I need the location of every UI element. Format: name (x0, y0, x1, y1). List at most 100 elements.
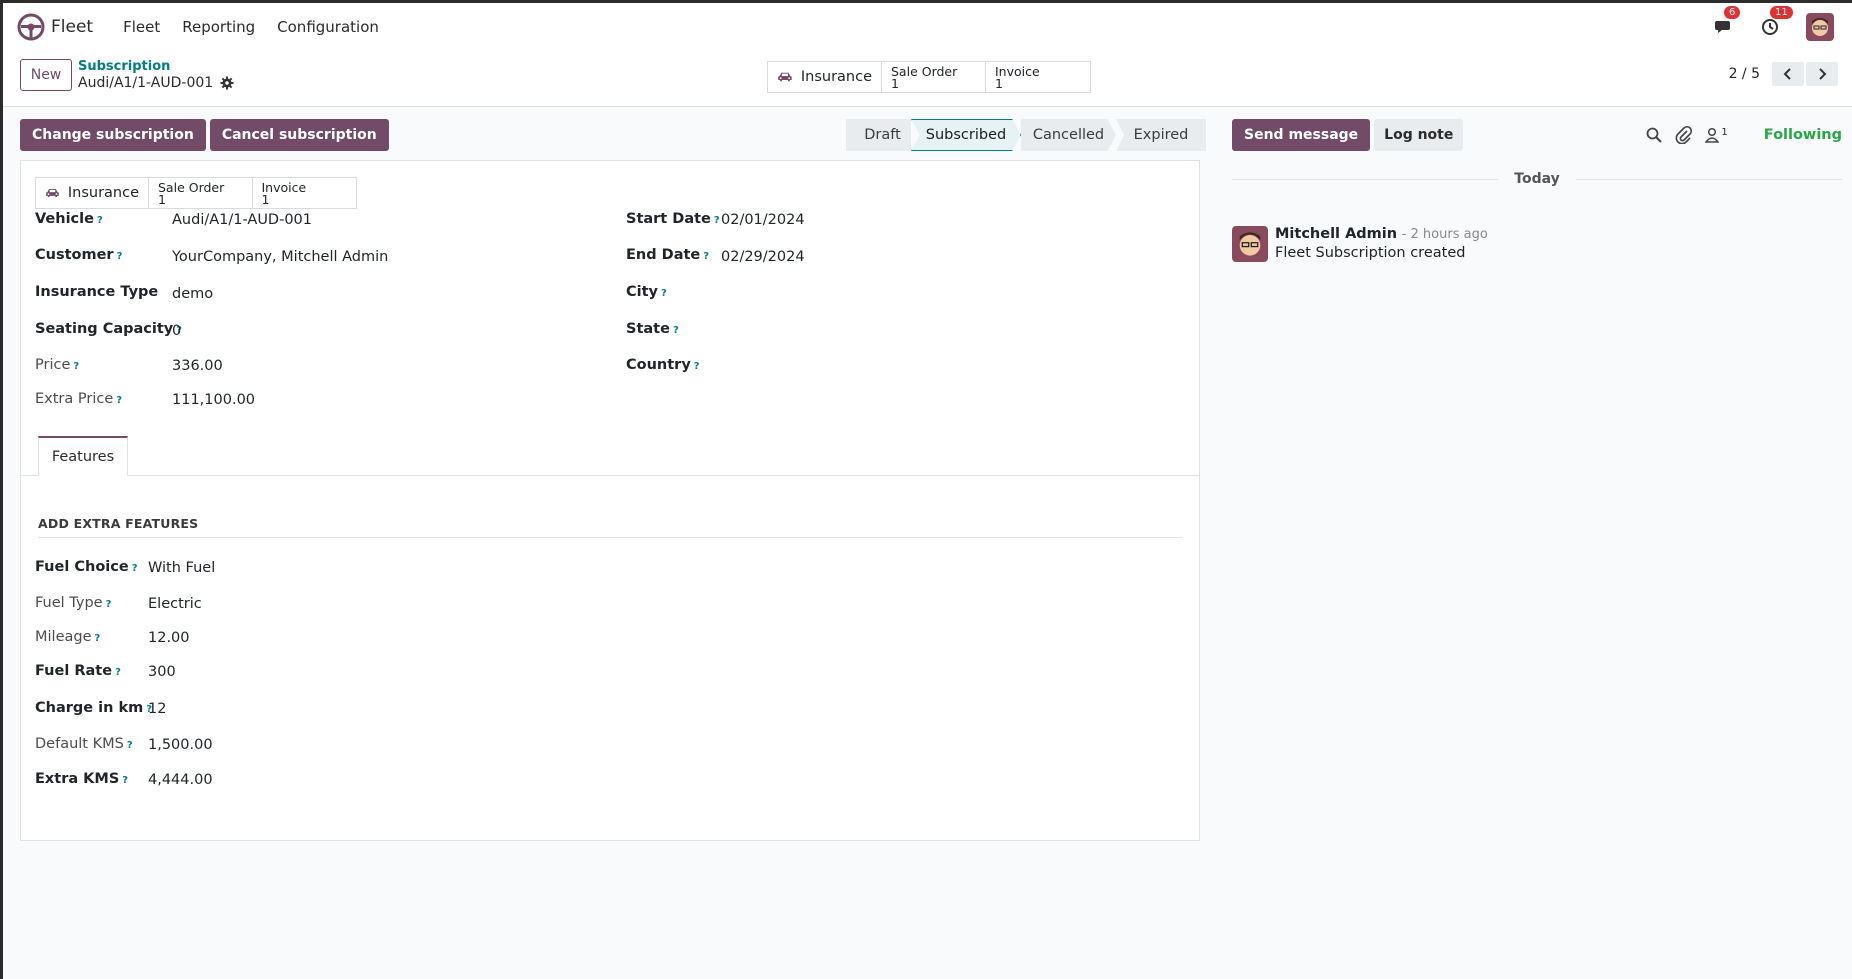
sale-order-label: Sale Order (891, 63, 958, 79)
start-date-label: Start Date (626, 211, 711, 227)
extra-kms-value[interactable]: 4,444.00 (148, 772, 213, 788)
user-avatar[interactable] (1806, 13, 1834, 41)
log-note-button[interactable]: Log note (1374, 119, 1464, 151)
chatter-message: Mitchell Admin - 2 hours ago Fleet Subsc… (1232, 226, 1488, 262)
default-kms-value: 1,500.00 (148, 737, 213, 753)
help-icon[interactable]: ? (132, 563, 138, 574)
following-button[interactable]: Following (1764, 127, 1842, 143)
chevron-left-icon (1783, 68, 1791, 80)
app-brand[interactable]: Fleet (17, 13, 93, 41)
chatter: Send message Log note 1 Following Today (1232, 119, 1843, 262)
field-extra-kms: Extra KMS? (35, 771, 128, 787)
sale-order-count: 1 (891, 75, 899, 91)
change-subscription-button[interactable]: Change subscription (20, 119, 206, 151)
activity-menu[interactable]: 11 (1758, 6, 1793, 39)
help-icon[interactable]: ? (95, 633, 101, 644)
tab-features[interactable]: Features (38, 436, 128, 476)
mileage-value: 12.00 (148, 630, 190, 646)
help-icon[interactable]: ? (661, 288, 667, 299)
help-icon[interactable]: ? (97, 215, 103, 226)
pager-previous-button[interactable] (1772, 62, 1804, 86)
chevron-right-icon (1819, 68, 1827, 80)
stage-draft[interactable]: Draft (846, 119, 911, 151)
menu-item-configuration[interactable]: Configuration (277, 18, 379, 36)
insurance-label: Insurance (800, 69, 872, 85)
message-date: - 2 hours ago (1401, 227, 1488, 242)
date-separator: Today (1232, 169, 1843, 189)
breadcrumb: Subscription Audi/A1/1-AUD-001 (78, 59, 234, 91)
stage-cancelled[interactable]: Cancelled (1021, 119, 1116, 151)
stage-expired[interactable]: Expired (1116, 119, 1206, 151)
field-default-kms: Default KMS? (35, 736, 133, 752)
fuel-rate-value[interactable]: 300 (148, 664, 176, 680)
default-kms-label: Default KMS (35, 736, 124, 752)
charge-in-km-value[interactable]: 12 (148, 701, 166, 717)
help-icon[interactable]: ? (127, 740, 133, 751)
insurance-smart-button[interactable]: Insurance (768, 62, 882, 92)
start-date-value[interactable]: 02/01/2024 (721, 212, 805, 228)
record-name: Audi/A1/1-AUD-001 (78, 75, 214, 91)
stage-subscribed[interactable]: Subscribed (911, 119, 1021, 151)
search-icon[interactable] (1645, 126, 1663, 144)
help-icon[interactable]: ? (714, 215, 720, 226)
followers-button[interactable]: 1 (1705, 127, 1728, 143)
vehicle-value[interactable]: Audi/A1/1-AUD-001 (172, 212, 312, 228)
invoice-smart-button-sheet[interactable]: Invoice 1 (253, 178, 357, 208)
help-icon[interactable]: ? (122, 775, 128, 786)
chatter-icons: 1 Following (1633, 119, 1842, 151)
avatar[interactable] (1232, 226, 1268, 262)
new-button[interactable]: New (20, 59, 72, 91)
field-extra-price: Extra Price? (35, 391, 122, 407)
message-author[interactable]: Mitchell Admin (1275, 226, 1397, 242)
user-icon (1705, 127, 1720, 143)
insurance-label-sheet: Insurance (67, 185, 139, 201)
end-date-value[interactable]: 02/29/2024 (721, 249, 805, 265)
field-charge-in-km: Charge in km? (35, 700, 152, 716)
help-icon[interactable]: ? (116, 395, 122, 406)
invoice-count-sheet: 1 (261, 191, 270, 207)
sale-order-label-sheet: Sale Order (158, 179, 225, 195)
field-price: Price? (35, 357, 79, 373)
fuel-choice-value[interactable]: With Fuel (148, 560, 215, 576)
invoice-smart-button[interactable]: Invoice 1 (986, 62, 1090, 92)
insurance-smart-button-sheet[interactable]: Insurance (36, 178, 149, 208)
breadcrumb-parent[interactable]: Subscription (78, 59, 234, 74)
pager-value[interactable]: 2 / 5 (1729, 66, 1760, 82)
help-icon[interactable]: ? (694, 361, 700, 372)
help-icon[interactable]: ? (117, 251, 123, 262)
fuel-type-value: Electric (148, 596, 202, 612)
extra-price-value: 111,100.00 (172, 392, 256, 408)
gear-icon[interactable] (220, 76, 234, 90)
help-icon[interactable]: ? (106, 599, 112, 610)
status-bar: Draft Subscribed Cancelled Expired (846, 119, 1206, 151)
customer-value[interactable]: YourCompany, Mitchell Admin (172, 249, 388, 265)
help-icon[interactable]: ? (115, 667, 121, 678)
paperclip-icon[interactable] (1675, 126, 1693, 144)
send-message-button[interactable]: Send message (1232, 119, 1371, 151)
menu-item-fleet[interactable]: Fleet (123, 18, 160, 36)
help-icon[interactable]: ? (73, 361, 79, 372)
main-menu: Fleet Reporting Configuration (101, 18, 379, 36)
mileage-label: Mileage (35, 629, 92, 645)
car-icon (46, 188, 59, 198)
pager-next-button[interactable] (1806, 62, 1838, 86)
activities-badge: 11 (1770, 6, 1793, 19)
cancel-subscription-button[interactable]: Cancel subscription (209, 119, 389, 151)
app-name: Fleet (51, 17, 94, 37)
insurance-type-value[interactable]: demo (172, 286, 213, 302)
country-label: Country (626, 357, 691, 373)
help-icon[interactable]: ? (703, 251, 709, 262)
field-country: Country? (626, 357, 700, 373)
messaging-menu[interactable]: 6 (1712, 6, 1741, 39)
menu-item-reporting[interactable]: Reporting (182, 18, 255, 36)
sale-order-smart-button[interactable]: Sale Order 1 (882, 62, 986, 92)
avatar-icon (1232, 226, 1268, 262)
sale-order-smart-button-sheet[interactable]: Sale Order 1 (149, 178, 253, 208)
tabs-divider (21, 475, 1199, 476)
field-start-date: Start Date? (626, 211, 720, 227)
invoice-count: 1 (995, 75, 1003, 91)
followers-count: 1 (1721, 127, 1728, 138)
section-title: ADD EXTRA FEATURES (38, 516, 1182, 538)
seating-capacity-value[interactable]: 0 (172, 323, 181, 339)
help-icon[interactable]: ? (673, 325, 679, 336)
